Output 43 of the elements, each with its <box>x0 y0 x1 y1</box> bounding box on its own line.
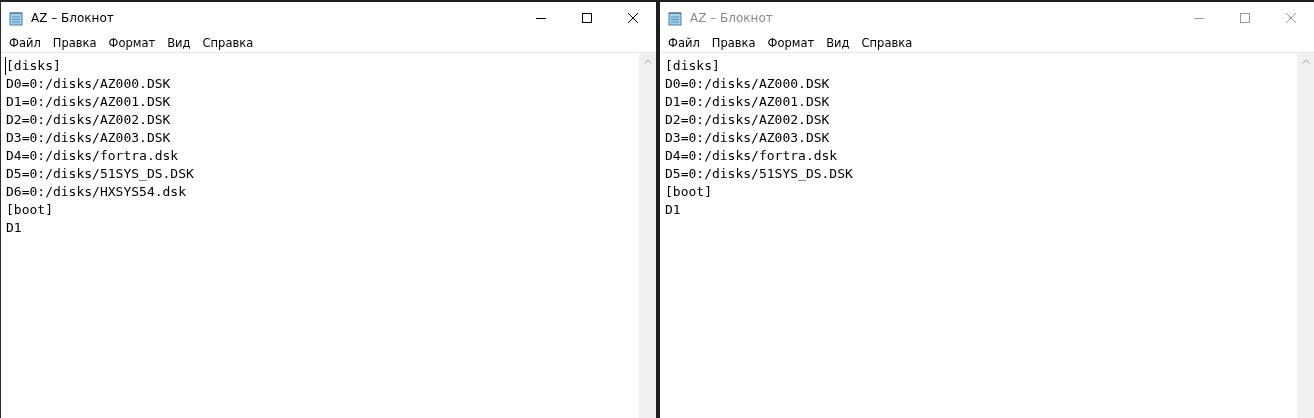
scrollbar[interactable] <box>639 53 656 418</box>
text-line: [disks] <box>5 57 61 75</box>
text-line: D2=0:/disks/AZ002.DSK <box>6 111 171 129</box>
maximize-icon <box>582 12 592 23</box>
menu-item[interactable]: Формат <box>102 35 162 50</box>
menu-item[interactable]: Правка <box>46 35 103 50</box>
text-line: [boot] <box>665 183 712 201</box>
text-area[interactable]: [disks] D0=0:/disks/AZ000.DSK D1=0:/disks/AZ001.DSK D2=0:/disks/AZ002.DSK D3=0:/disks/AZ003.DSK D4=0:/disks/fortra.dsk D5=0:/disks/51SYS_DS.DSK D6=0:/disks/HXSYS54.dsk [boot] D1 <box>1 53 639 418</box>
text-area[interactable]: [disks] D0=0:/disks/AZ000.DSK D1=0:/disks/AZ001.DSK D2=0:/disks/AZ002.DSK D3=0:/disks/AZ003.DSK D4=0:/disks/fortra.dsk D5=0:/disks/51SYS_DS.DSK [boot] D1 <box>660 53 1297 418</box>
scroll-up-icon <box>643 59 652 64</box>
menu-item[interactable]: Справка <box>855 35 919 50</box>
window-title: AZ – Блокнот <box>31 10 114 25</box>
notepad-icon <box>667 9 683 26</box>
close-icon <box>1286 12 1296 23</box>
text-line: D1=0:/disks/AZ001.DSK <box>665 93 830 111</box>
text-line: D4=0:/disks/fortra.dsk <box>6 147 179 165</box>
text-line: D6=0:/disks/HXSYS54.dsk <box>6 183 186 201</box>
menu-item[interactable]: Вид <box>820 35 856 50</box>
text-line: [boot] <box>6 201 53 219</box>
text-line: D4=0:/disks/fortra.dsk <box>665 147 838 165</box>
text-line: D1=0:/disks/AZ001.DSK <box>6 93 171 111</box>
menu-item[interactable]: Правка <box>705 35 762 50</box>
text-line: D5=0:/disks/51SYS_DS.DSK <box>6 165 194 183</box>
close-icon <box>628 12 638 23</box>
text-line: D0=0:/disks/AZ000.DSK <box>6 75 171 93</box>
text-line: D5=0:/disks/51SYS_DS.DSK <box>665 165 853 183</box>
text-line: D1 <box>665 201 681 219</box>
scroll-up-icon <box>1301 59 1310 64</box>
text-line: D3=0:/disks/AZ003.DSK <box>6 129 171 147</box>
menu-item[interactable]: Файл <box>662 35 706 50</box>
text-line: [disks] <box>665 57 720 75</box>
scrollbar[interactable] <box>1297 53 1314 418</box>
menu-item[interactable]: Справка <box>196 35 260 50</box>
window-title: AZ – Блокнот <box>690 10 773 25</box>
maximize-icon <box>1240 12 1250 23</box>
text-line: D3=0:/disks/AZ003.DSK <box>665 129 830 147</box>
menu-item[interactable]: Файл <box>3 35 47 50</box>
text-line: D2=0:/disks/AZ002.DSK <box>665 111 830 129</box>
menu-item[interactable]: Вид <box>161 35 197 50</box>
text-line: D0=0:/disks/AZ000.DSK <box>665 75 830 93</box>
text-line: D1 <box>6 219 22 237</box>
notepad-icon <box>8 9 24 26</box>
menu-item[interactable]: Формат <box>761 35 821 50</box>
